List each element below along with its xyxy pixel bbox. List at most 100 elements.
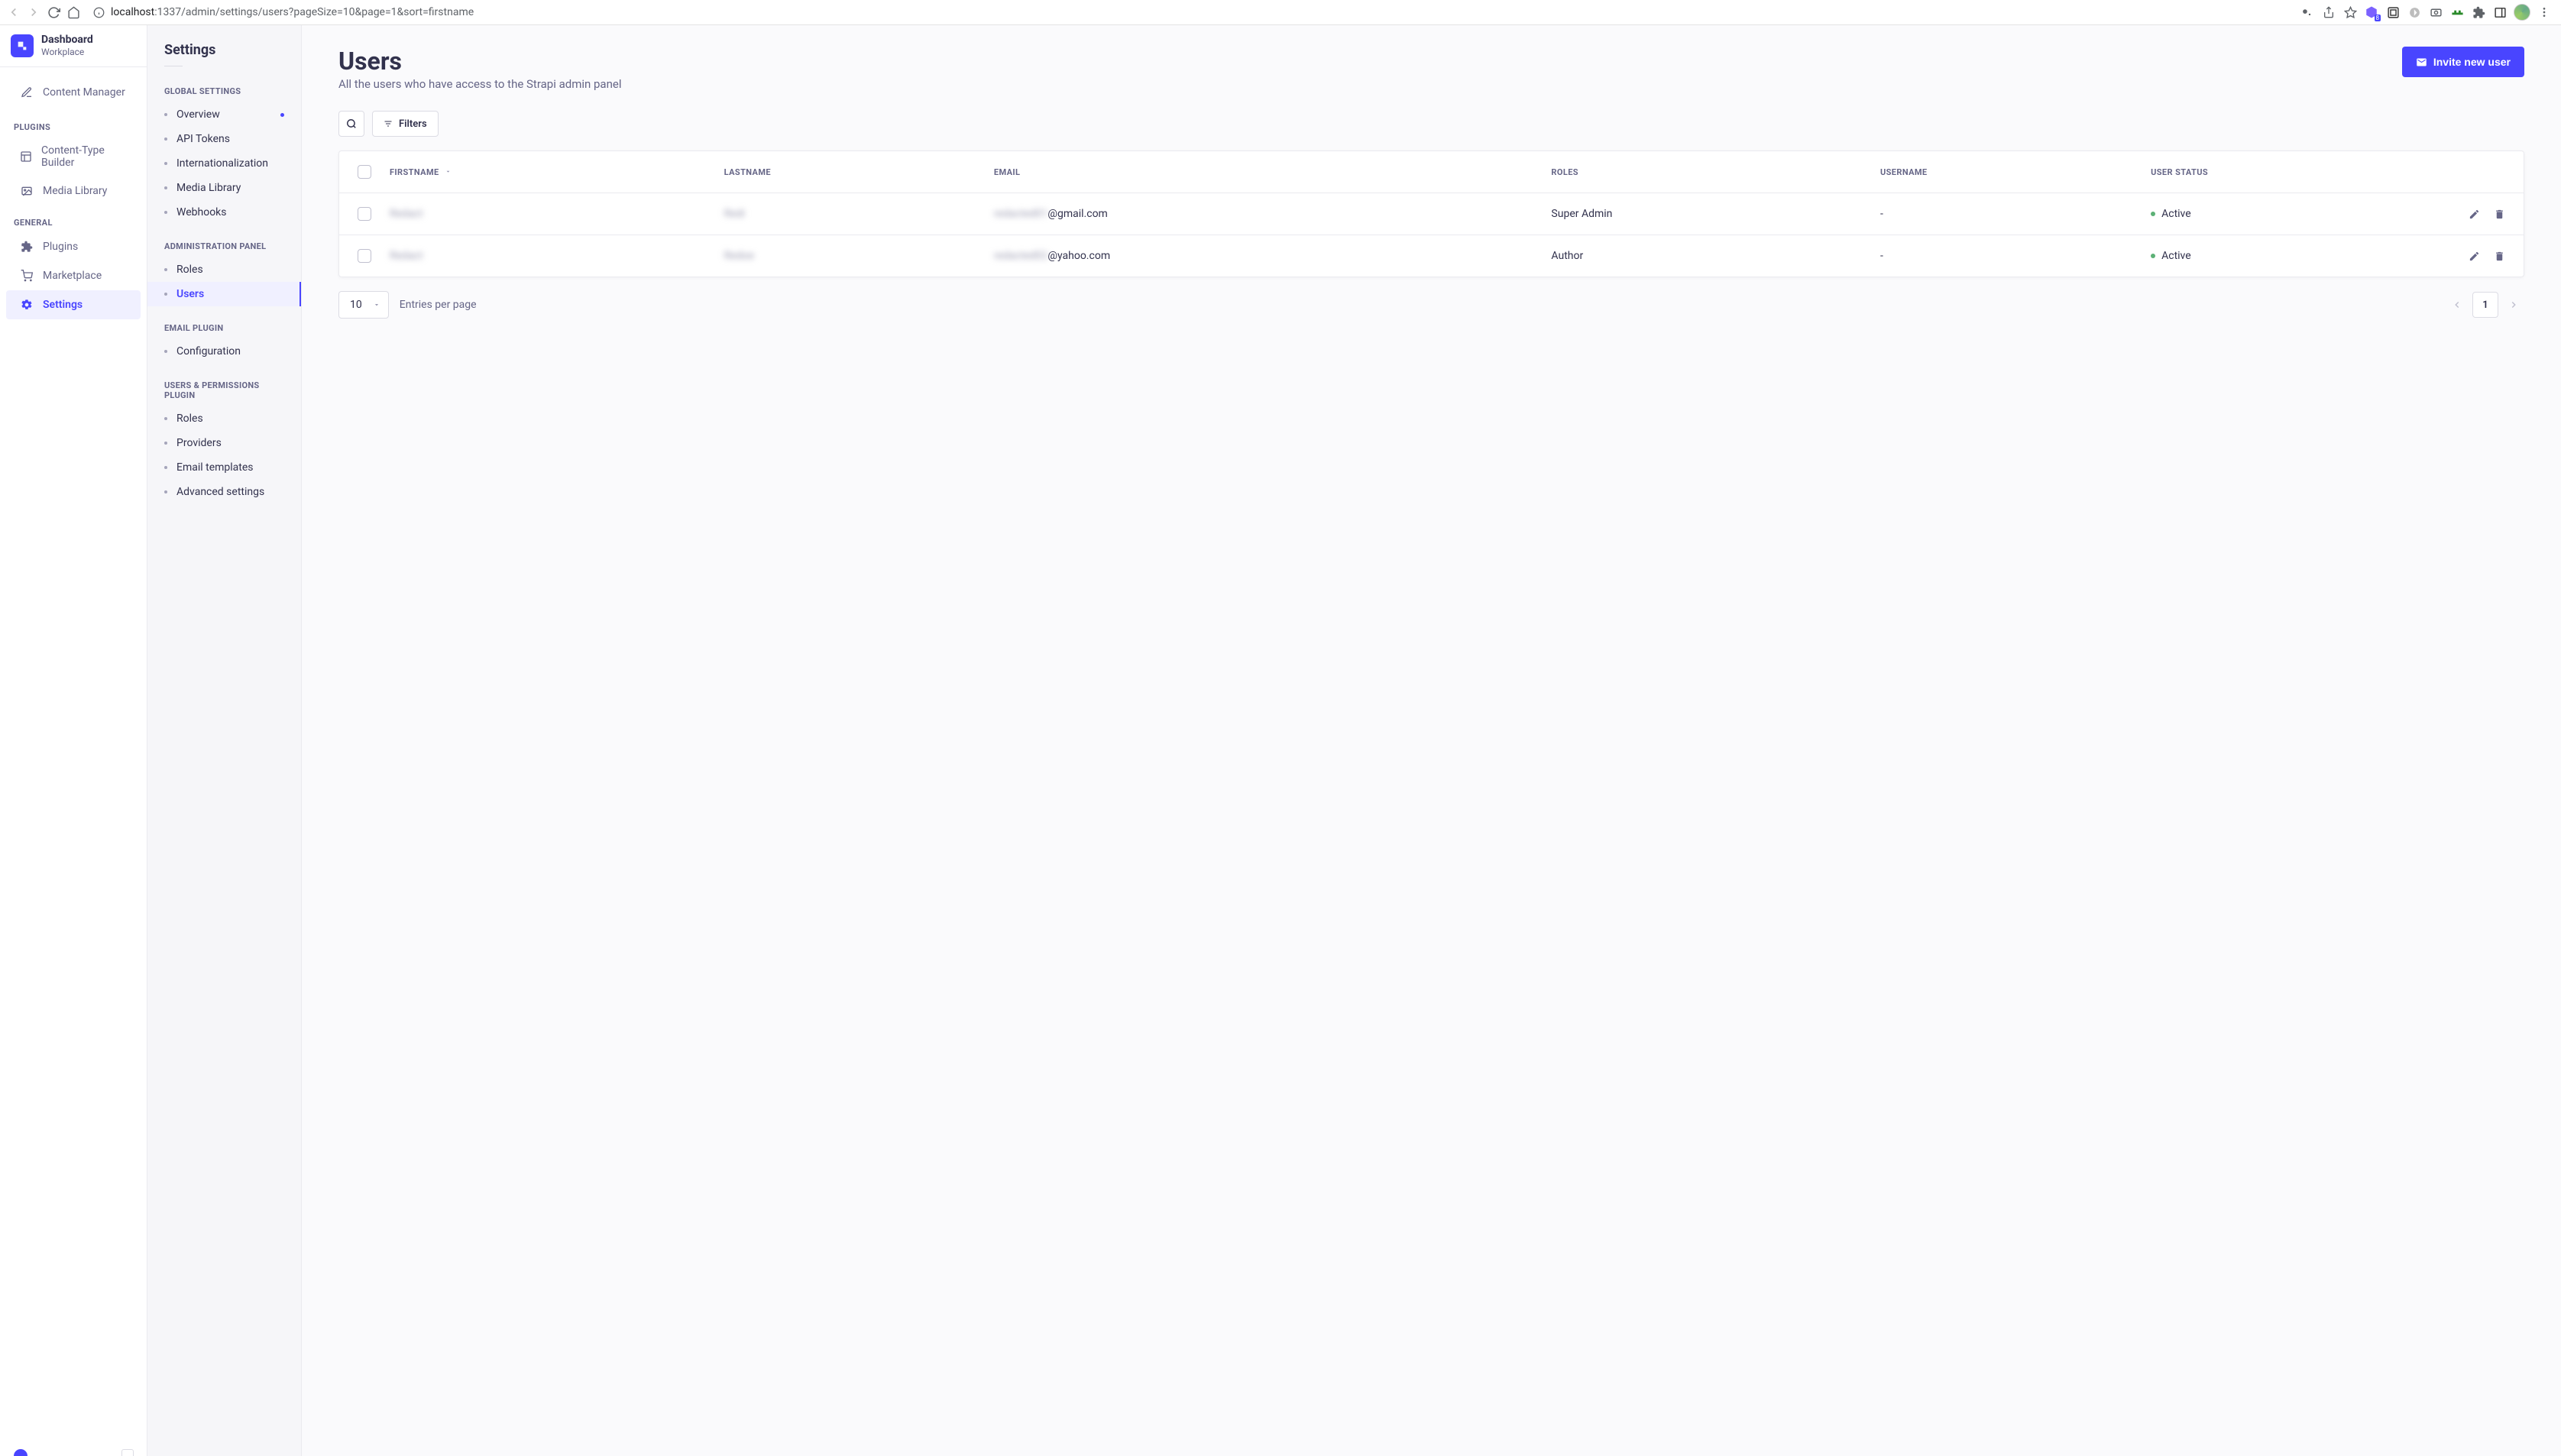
side-panel-icon[interactable] [2492,5,2508,20]
column-header-lastname[interactable]: Lastname [715,151,985,193]
browser-back-button[interactable] [6,5,21,20]
settings-item-label: Internationalization [176,157,268,170]
column-header-roles[interactable]: Roles [1542,151,1871,193]
pencil-icon [20,86,34,99]
entries-per-page-label: Entries per page [400,299,477,311]
content-area: Users All the users who have access to t… [302,25,2561,1456]
extension-icon[interactable] [2428,5,2443,20]
settings-group-label: Administration Panel [147,225,301,257]
app-logo [11,34,34,57]
key-icon[interactable] [2300,5,2315,20]
cart-icon [20,269,34,283]
app-subtitle: Workplace [41,47,93,57]
settings-title: Settings [147,39,301,66]
bullet-icon [164,466,167,469]
settings-item-webhooks[interactable]: Webhooks [147,200,301,225]
pager-prev-button[interactable] [2446,294,2468,315]
bookmark-star-icon[interactable] [2342,5,2358,20]
settings-item-overview[interactable]: Overview [147,102,301,127]
delete-row-button[interactable] [2494,209,2505,220]
cell-status: Active [2161,250,2191,262]
extension-icon[interactable] [2407,5,2422,20]
browser-menu-icon[interactable] [2537,5,2552,20]
settings-item-email-templates[interactable]: Email templates [147,455,301,480]
extensions-menu-icon[interactable] [2471,5,2486,20]
nav-item-marketplace[interactable]: Marketplace [6,261,141,290]
pager-next-button[interactable] [2503,294,2524,315]
settings-group-label: Global Settings [147,70,301,102]
settings-item-configuration[interactable]: Configuration [147,339,301,364]
nav-item-content-manager[interactable]: Content Manager [6,78,141,107]
column-header-email[interactable]: Email [985,151,1543,193]
settings-item-label: Providers [176,437,222,449]
nav-footer [0,1442,147,1456]
bullet-icon [164,490,167,493]
delete-row-button[interactable] [2494,251,2505,262]
cell-email: redacted02@yahoo.com [994,250,1110,262]
share-icon[interactable] [2321,5,2336,20]
browser-actions: 8 [2300,4,2555,21]
settings-group-label: Email Plugin [147,306,301,339]
nav-item-label: Media Library [43,185,107,197]
collapse-nav-button[interactable] [121,1449,134,1456]
row-checkbox[interactable] [358,249,371,263]
filters-button[interactable]: Filters [372,111,439,137]
row-checkbox[interactable] [358,207,371,221]
nav-item-content-type-builder[interactable]: Content-Type Builder [6,137,141,176]
edit-row-button[interactable] [2469,251,2480,262]
cell-firstname: Redact [390,208,423,220]
edit-row-button[interactable] [2469,209,2480,220]
pager-page-number[interactable]: 1 [2472,292,2498,318]
extension-icon[interactable] [2449,5,2465,20]
extension-icon[interactable] [2385,5,2401,20]
extension-icon[interactable]: 8 [2364,5,2379,20]
column-header-username[interactable]: Username [1871,151,2142,193]
cell-lastname: Redoe [724,250,754,262]
browser-forward-button[interactable] [26,5,41,20]
table-row[interactable]: Redact Redoe redacted02@yahoo.com Author… [339,235,2524,277]
bullet-icon [164,186,167,189]
browser-url-bar[interactable]: localhost:1337/admin/settings/users?page… [86,2,2295,23]
table-row[interactable]: Redact Redi redacted01@gmail.com Super A… [339,193,2524,235]
settings-item-label: Configuration [176,345,241,358]
settings-item-label: Roles [176,264,203,276]
cell-lastname: Redi [724,208,745,220]
page-size-select[interactable]: 10 [338,291,389,319]
settings-item-media-library[interactable]: Media Library [147,176,301,200]
filter-icon [384,119,393,128]
nav-item-settings[interactable]: Settings [6,290,141,319]
settings-item-internationalization[interactable]: Internationalization [147,151,301,176]
page-title: Users [338,47,621,76]
bullet-icon [164,113,167,116]
settings-item-providers[interactable]: Providers [147,431,301,455]
app-title: Dashboard [41,34,93,46]
trash-icon [2494,209,2505,220]
settings-item-roles[interactable]: Roles [147,406,301,431]
browser-home-button[interactable] [66,5,81,20]
bullet-icon [164,293,167,296]
user-avatar-icon[interactable] [14,1449,28,1456]
puzzle-icon [20,240,34,254]
nav-item-media-library[interactable]: Media Library [6,176,141,205]
column-header-firstname[interactable]: Firstname [380,151,715,193]
search-icon [346,118,357,129]
nav-item-label: Marketplace [43,270,102,282]
settings-group-label: Users & Permissions Plugin [147,364,301,406]
cell-username: - [1880,250,1883,262]
sort-caret-down-icon [445,168,452,176]
settings-item-api-tokens[interactable]: API Tokens [147,127,301,151]
nav-item-label: Plugins [43,241,78,253]
settings-item-users[interactable]: Users [147,282,301,306]
settings-item-advanced-settings[interactable]: Advanced settings [147,480,301,504]
search-button[interactable] [338,111,364,137]
invite-user-button[interactable]: Invite new user [2402,47,2524,77]
nav-item-plugins[interactable]: Plugins [6,232,141,261]
nav-header[interactable]: Dashboard Workplace [0,25,147,67]
profile-avatar[interactable] [2514,4,2530,21]
browser-reload-button[interactable] [46,5,61,20]
column-header-status[interactable]: User Status [2142,151,2455,193]
layout-icon [20,150,32,163]
settings-item-label: Email templates [176,461,254,474]
settings-item-roles[interactable]: Roles [147,257,301,282]
select-all-checkbox[interactable] [358,165,371,179]
